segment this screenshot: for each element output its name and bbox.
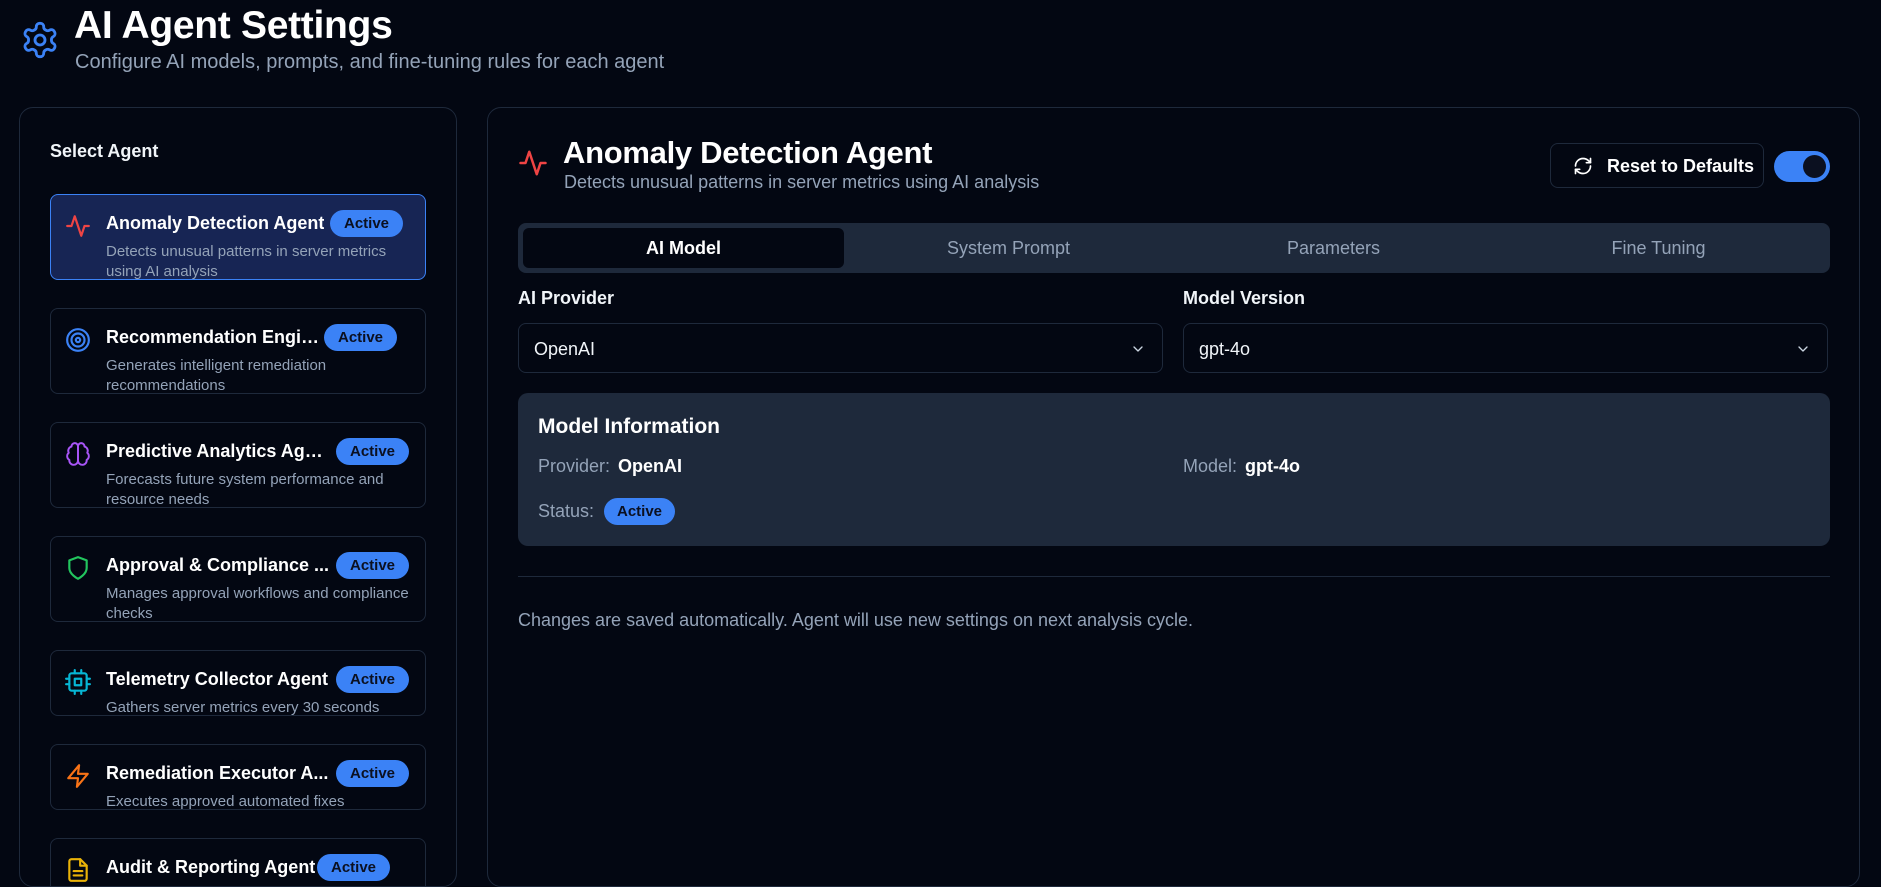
model-version-label: Model Version (1183, 288, 1306, 308)
agent-enabled-toggle[interactable] (1774, 151, 1830, 182)
agent-name: Recommendation Engine (106, 327, 321, 347)
shield-icon (68, 556, 88, 580)
activity-icon (519, 150, 547, 176)
status-key: Status: (538, 501, 595, 521)
tab-fine-tuning[interactable]: Fine Tuning (1498, 228, 1819, 268)
status-badge: Active (317, 854, 391, 881)
agent-name: Remediation Executor A... (106, 763, 329, 783)
agent-item-approval-compliance[interactable]: Approval & Compliance ... Active Manages… (50, 536, 426, 622)
sidebar-title: Select Agent (50, 141, 159, 161)
status-badge: Active (336, 438, 410, 465)
target-icon (66, 328, 90, 352)
tab-ai-model[interactable]: AI Model (523, 228, 844, 268)
status-badge: Active (604, 498, 676, 525)
model-row: Model: gpt-4o (1183, 456, 1300, 477)
status-badge: Active (324, 324, 398, 351)
page-subtitle: Configure AI models, prompts, and fine-t… (75, 51, 665, 73)
chevron-down-icon (1133, 346, 1143, 352)
agent-name: Anomaly Detection Agent (106, 213, 325, 233)
divider (518, 576, 1830, 577)
agent-title: Anomaly Detection Agent (563, 135, 933, 170)
agent-item-recommendation-engine[interactable]: Recommendation Engine Active Generates i… (50, 308, 426, 394)
model-information-title: Model Information (538, 415, 720, 438)
agent-description: Detects unusual patterns in server metri… (564, 172, 1040, 192)
agent-settings-panel: Anomaly Detection Agent Detects unusual … (487, 107, 1860, 887)
agent-item-anomaly-detection[interactable]: Anomaly Detection Agent Active Detects u… (50, 194, 426, 280)
reset-label: Reset to Defaults (1607, 156, 1755, 176)
status-badge: Active (336, 666, 410, 693)
model-version-value: gpt-4o (1199, 339, 1251, 359)
toggle-knob (1803, 155, 1826, 178)
agent-description: Generates intelligent remediation recomm… (106, 357, 327, 394)
agent-item-audit-reporting[interactable]: Audit & Reporting Agent Active (50, 838, 426, 886)
gear-icon (23, 21, 57, 59)
reset-to-defaults-button[interactable]: Reset to Defaults (1550, 143, 1764, 188)
autosave-note: Changes are saved automatically. Agent w… (518, 610, 1194, 630)
agent-name: Telemetry Collector Agent (106, 669, 329, 689)
page-title: AI Agent Settings (74, 4, 393, 47)
model-value: gpt-4o (1245, 456, 1301, 476)
model-version-select[interactable]: gpt-4o (1183, 323, 1828, 373)
zap-icon (67, 764, 89, 788)
agent-description: Detects unusual patterns in server metri… (106, 243, 387, 280)
activity-icon (66, 215, 90, 237)
agent-name: Predictive Analytics Agent (106, 441, 331, 461)
brain-icon (66, 442, 90, 466)
agent-item-telemetry-collector[interactable]: Telemetry Collector Agent Active Gathers… (50, 650, 426, 716)
provider-row: Provider: OpenAI (538, 456, 682, 477)
agent-item-remediation-executor[interactable]: Remediation Executor A... Active Execute… (50, 744, 426, 810)
status-badge: Active (330, 210, 404, 237)
ai-provider-select[interactable]: OpenAI (518, 323, 1163, 373)
model-information-card: Model Information Provider: OpenAI Model:… (518, 393, 1830, 546)
ai-provider-label: AI Provider (518, 288, 615, 308)
provider-value: OpenAI (618, 456, 683, 476)
agent-description: Manages approval workflows and complianc… (106, 585, 409, 622)
settings-tabs: AI Model System Prompt Parameters Fine T… (518, 223, 1830, 273)
ai-provider-value: OpenAI (534, 339, 596, 359)
page-header: AI Agent Settings Configure AI models, p… (18, 2, 918, 82)
status-badge: Active (336, 760, 410, 787)
file-text-icon (68, 858, 88, 882)
chevron-down-icon (1798, 346, 1808, 352)
cpu-icon (65, 669, 91, 695)
agent-name: Approval & Compliance ... (106, 555, 330, 575)
refresh-icon (1574, 157, 1592, 175)
tab-system-prompt[interactable]: System Prompt (848, 228, 1169, 268)
status-row: Status: (538, 501, 594, 522)
model-key: Model: (1183, 456, 1238, 476)
agent-description: Executes approved automated fixes (106, 793, 345, 810)
agent-name: Audit & Reporting Agent (106, 857, 316, 877)
agent-description: Forecasts future system performance and … (106, 471, 384, 508)
tab-parameters[interactable]: Parameters (1173, 228, 1494, 268)
agent-description: Gathers server metrics every 30 seconds (106, 699, 380, 716)
agent-item-predictive-analytics[interactable]: Predictive Analytics Agent Active Foreca… (50, 422, 426, 508)
agent-sidebar: Select Agent Anomaly Detection Agent Act… (19, 107, 457, 887)
provider-key: Provider: (538, 456, 611, 476)
status-badge: Active (336, 552, 410, 579)
